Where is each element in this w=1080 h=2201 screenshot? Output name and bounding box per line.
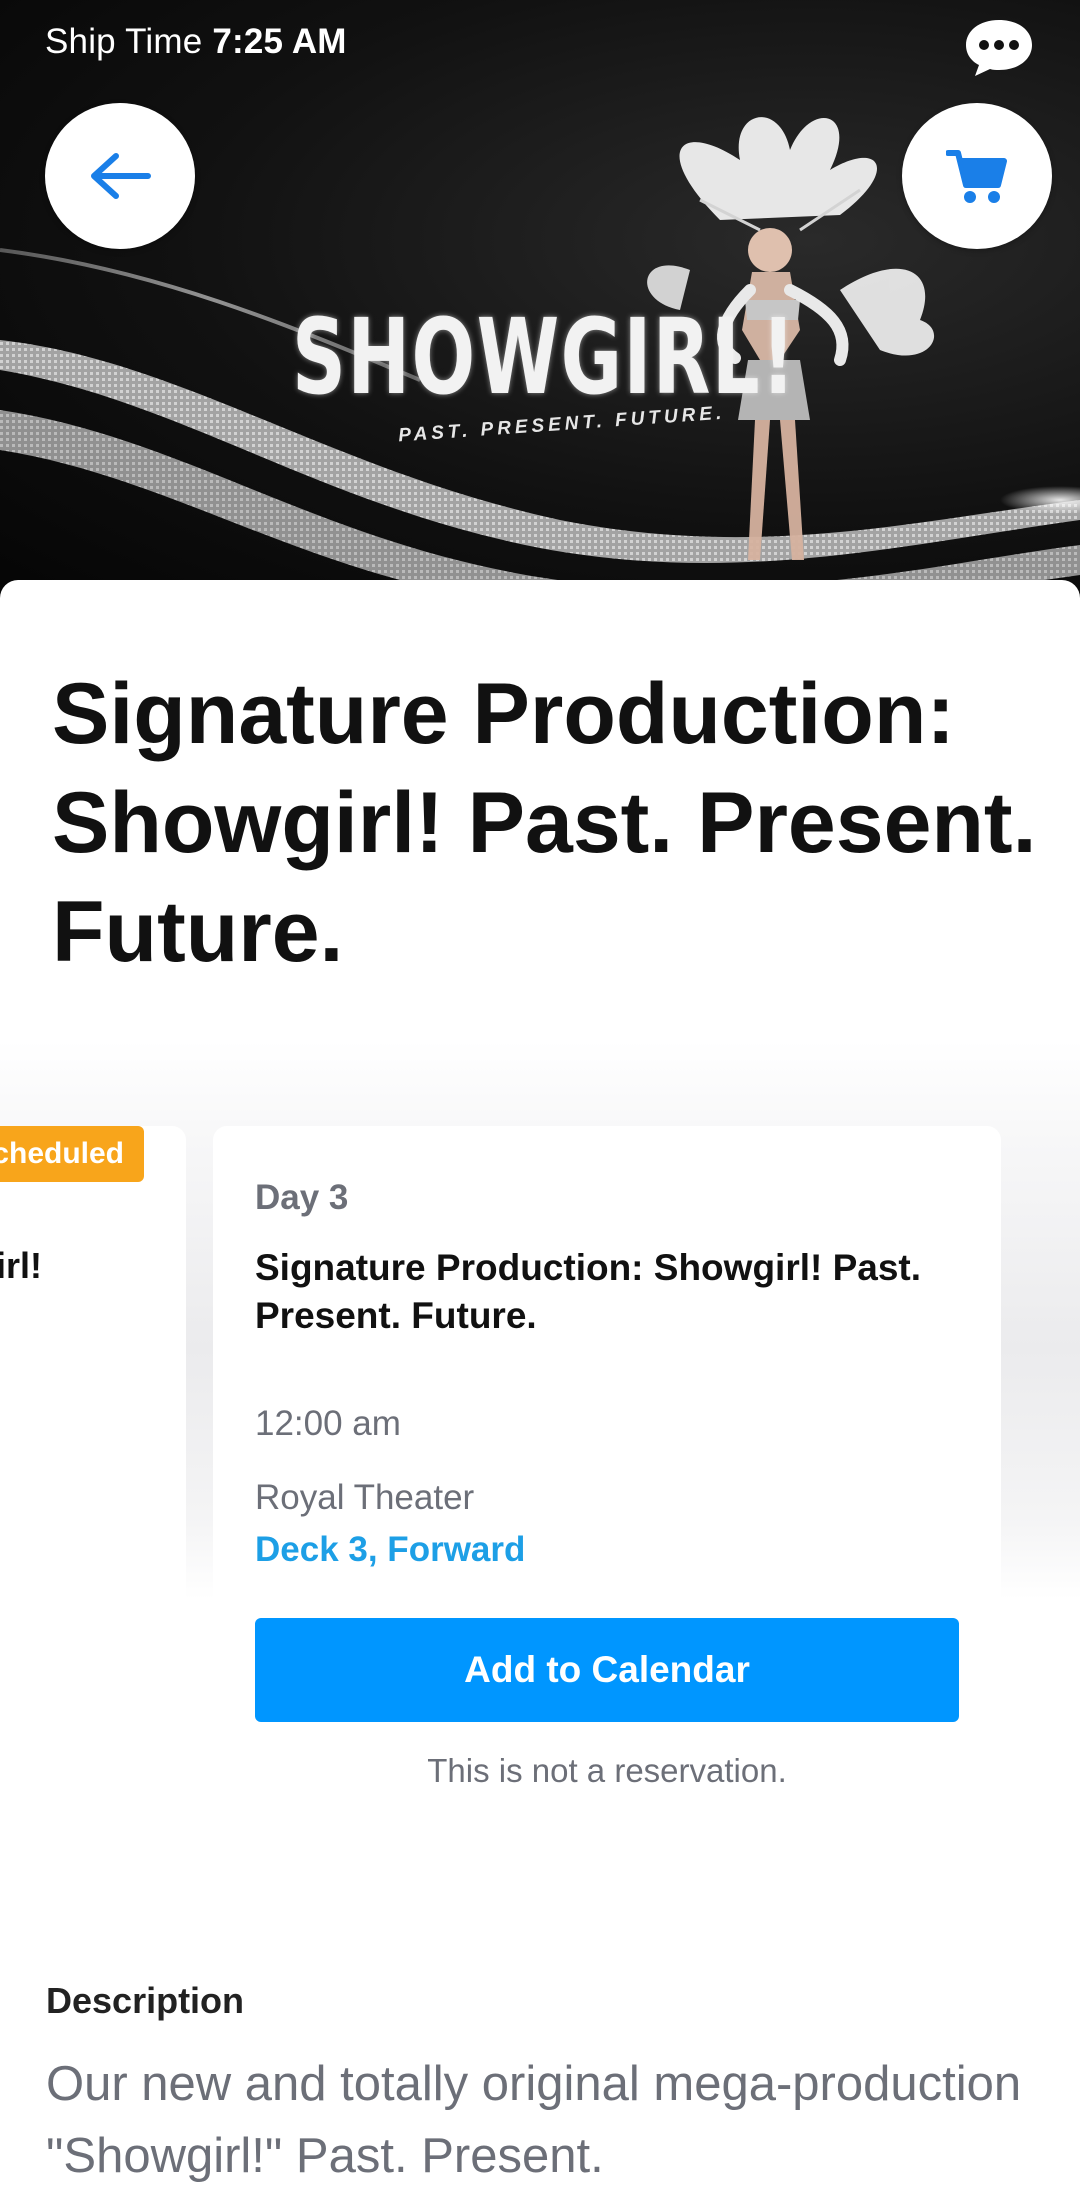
show-logo-text: SHOWGIRL! <box>292 296 797 418</box>
description-heading: Description <box>46 1980 245 2021</box>
deck-location-link[interactable]: Deck 3, Forward <box>255 1530 525 1570</box>
previous-card-title: irl! <box>0 1245 43 1286</box>
event-time: 12:00 am <box>255 1404 401 1443</box>
venue-name: Royal Theater <box>255 1478 475 1517</box>
cart-button[interactable] <box>902 103 1052 249</box>
ship-time-value: 7:25 AM <box>212 22 347 61</box>
back-button[interactable] <box>45 103 195 249</box>
shopping-cart-icon <box>946 150 1007 203</box>
scheduled-badge: Scheduled <box>0 1126 144 1182</box>
status-bar: Ship Time 7:25 AM <box>45 22 347 62</box>
card-title: Signature Production: Showgirl! Past. Pr… <box>255 1247 922 1336</box>
reservation-disclaimer: This is not a reservation. <box>427 1752 787 1789</box>
event-detail-page: Ship Time 7:25 AM SHOWGIRL! PAST. PRESEN… <box>0 0 1080 2201</box>
ship-time-label: Ship Time <box>45 22 203 61</box>
description-body: Our new and totally original mega-produc… <box>46 2057 1022 2183</box>
add-to-calendar-button[interactable]: Add to Calendar <box>255 1618 959 1722</box>
day-label: Day 3 <box>255 1178 349 1217</box>
content-sheet: Signature Production: Showgirl! Past. Pr… <box>0 580 1080 2201</box>
arrow-left-icon <box>91 153 151 199</box>
previous-schedule-card[interactable] <box>0 1126 186 1838</box>
hero-banner: Ship Time 7:25 AM SHOWGIRL! PAST. PRESEN… <box>0 0 1080 600</box>
event-title: Signature Production: Showgirl! Past. Pr… <box>52 666 1037 980</box>
schedule-card: Day 3 Signature Production: Showgirl! Pa… <box>213 1126 1001 1838</box>
chat-bubble-icon[interactable] <box>962 16 1036 80</box>
